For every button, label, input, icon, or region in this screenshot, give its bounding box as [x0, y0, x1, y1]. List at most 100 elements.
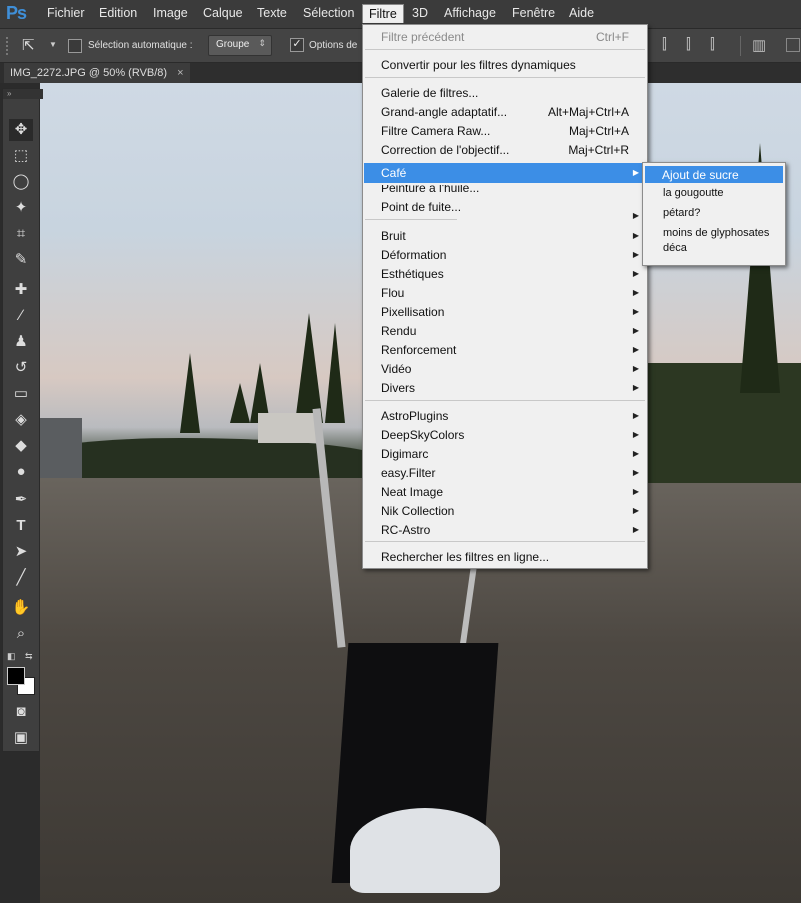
close-icon[interactable]: ×	[177, 67, 183, 79]
marquee-tool-icon[interactable]: ⬚	[9, 145, 33, 167]
menu-separator	[365, 77, 645, 78]
hand-tool-icon[interactable]: ✋	[9, 597, 33, 619]
clone-stamp-icon[interactable]: ♟	[9, 331, 33, 353]
auto-select-value: Groupe	[216, 39, 250, 50]
shortcut-camera-raw: Maj+Ctrl+A	[568, 124, 629, 138]
eraser-icon[interactable]: ▭	[9, 383, 33, 405]
submenu-item-ajout-de-sucre[interactable]: Ajout de sucre	[645, 166, 783, 183]
move-tool-preset-icon[interactable]: ⇱	[22, 36, 35, 54]
menu-selection[interactable]: Sélection	[303, 6, 354, 20]
menu-calque[interactable]: Calque	[203, 6, 243, 20]
brush-tool-icon[interactable]: ∕	[9, 305, 33, 327]
transform-controls-label: Options de	[309, 40, 358, 51]
menu-item-rc-astro[interactable]: RC-Astro	[381, 523, 430, 537]
menu-item-pixelate[interactable]: Pixellisation	[381, 305, 444, 319]
lasso-tool-icon[interactable]: ◯	[9, 171, 33, 193]
align-center-icon[interactable]: ⫿	[686, 36, 691, 53]
menu-edition[interactable]: Edition	[99, 6, 137, 20]
quick-mask-icon[interactable]: ◙	[9, 701, 33, 723]
menu-affichage[interactable]: Affichage	[444, 6, 496, 20]
screen-mode-icon[interactable]: ▣	[9, 727, 33, 749]
history-brush-icon[interactable]: ↺	[9, 357, 33, 379]
menu-item-astroplugins[interactable]: AstroPlugins	[381, 409, 448, 423]
menu-separator	[365, 219, 457, 220]
menu-item-adaptive-wide[interactable]: Grand-angle adaptatif...	[381, 105, 507, 119]
menu-item-other[interactable]: Divers	[381, 381, 415, 395]
panel-collapse-icon[interactable]: »	[3, 89, 43, 99]
menu-item-gallery[interactable]: Galerie de filtres...	[381, 86, 478, 100]
distribute-icon[interactable]: ▥	[752, 36, 766, 54]
type-tool-icon[interactable]: T	[9, 515, 33, 537]
menu-item-sharpen[interactable]: Renforcement	[381, 343, 456, 357]
align-right-icon[interactable]: ⫿	[710, 36, 715, 53]
submenu-item-moins-de-glyphosates[interactable]: moins de glyphosates	[663, 227, 769, 239]
swap-colors-icon[interactable]: ⇆	[25, 651, 33, 662]
shortcut-lens-correction: Maj+Ctrl+R	[568, 143, 629, 157]
menu-separator	[365, 49, 645, 50]
foreground-color-swatch[interactable]	[7, 667, 25, 685]
menu-fenetre[interactable]: Fenêtre	[512, 6, 555, 20]
submenu-arrow-icon: ▶	[632, 307, 639, 316]
eyedropper-icon[interactable]: ✎	[9, 249, 33, 271]
submenu-item-la-gougoutte[interactable]: la gougoutte	[663, 187, 724, 199]
submenu-arrow-icon: ▶	[632, 430, 639, 439]
zoom-tool-icon[interactable]: ⌕	[9, 623, 33, 645]
move-tool-icon[interactable]: ✥	[9, 119, 33, 141]
menu-item-digimarc[interactable]: Digimarc	[381, 447, 428, 461]
building	[40, 418, 82, 478]
path-selection-icon[interactable]: ➤	[9, 541, 33, 563]
default-colors-icon[interactable]: ◧	[7, 651, 16, 662]
menu-item-neat-image[interactable]: Neat Image	[381, 485, 443, 499]
menu-item-render[interactable]: Rendu	[381, 324, 416, 338]
pen-tool-icon[interactable]: ✒	[9, 489, 33, 511]
submenu-item-petard[interactable]: pétard?	[663, 207, 700, 219]
submenu-item-label: Ajout de sucre	[662, 168, 739, 182]
menu-item-blur[interactable]: Flou	[381, 286, 404, 300]
blur-tool-icon[interactable]: ◆	[9, 435, 33, 457]
menu-item-distort[interactable]: Déformation	[381, 248, 446, 262]
cafe-submenu: Ajout de sucre la gougoutte pétard? moin…	[642, 162, 786, 266]
menu-item-stylize[interactable]: Esthétiques	[381, 267, 444, 281]
menu-item-vanishing-point[interactable]: Point de fuite...	[381, 200, 461, 214]
menu-texte[interactable]: Texte	[257, 6, 287, 20]
menu-fichier[interactable]: Fichier	[47, 6, 85, 20]
submenu-item-deca[interactable]: déca	[663, 242, 687, 254]
menu-item-browse-online[interactable]: Rechercher les filtres en ligne...	[381, 550, 549, 564]
menu-item-last-filter[interactable]: Filtre précédent	[381, 30, 464, 44]
document-tab-label: IMG_2272.JPG @ 50% (RVB/8)	[10, 67, 168, 79]
transform-controls-checkbox[interactable]: ✓	[290, 38, 304, 52]
dodge-tool-icon[interactable]: ●	[9, 461, 33, 483]
auto-select-checkbox[interactable]	[68, 39, 82, 53]
document-tab[interactable]: IMG_2272.JPG @ 50% (RVB/8) ×	[4, 63, 190, 83]
menu-item-noise[interactable]: Bruit	[381, 229, 406, 243]
menu-item-camera-raw[interactable]: Filtre Camera Raw...	[381, 124, 490, 138]
auto-select-dropdown[interactable]: Groupe ⇕	[208, 35, 272, 56]
line-tool-icon[interactable]: ╱	[9, 567, 33, 589]
paint-bucket-icon[interactable]: ◈	[9, 409, 33, 431]
chevron-down-icon[interactable]: ▼	[49, 40, 57, 49]
menu-item-video[interactable]: Vidéo	[381, 362, 411, 376]
menu-item-lens-correction[interactable]: Correction de l'objectif...	[381, 143, 509, 157]
submenu-arrow-icon: ▶	[632, 345, 639, 354]
menu-image[interactable]: Image	[153, 6, 188, 20]
menu-item-cafe[interactable]: Café ▶	[364, 163, 646, 183]
menu-3d[interactable]: 3D	[412, 6, 428, 20]
align-left-icon[interactable]: ⫿	[662, 36, 667, 53]
submenu-arrow-icon: ▶	[632, 506, 639, 515]
menu-item-easy-filter[interactable]: easy.Filter	[381, 466, 435, 480]
submenu-arrow-icon: ▶	[632, 411, 639, 420]
distribute-more-icon[interactable]	[786, 38, 800, 52]
menu-item-nik-collection[interactable]: Nik Collection	[381, 504, 454, 518]
magic-wand-icon[interactable]: ✦	[9, 197, 33, 219]
menu-item-convert-smart[interactable]: Convertir pour les filtres dynamiques	[381, 58, 576, 72]
menu-aide[interactable]: Aide	[569, 6, 594, 20]
submenu-arrow-icon: ▶	[632, 525, 639, 534]
shortcut-adaptive-wide: Alt+Maj+Ctrl+A	[547, 105, 629, 119]
healing-brush-icon[interactable]: ✚	[9, 279, 33, 301]
grip-icon	[6, 37, 10, 55]
submenu-arrow-icon: ▶	[632, 383, 639, 392]
menu-filtre[interactable]: Filtre	[362, 4, 404, 23]
menu-item-deepskycolors[interactable]: DeepSkyColors	[381, 428, 464, 442]
crop-tool-icon[interactable]: ⌗	[9, 223, 33, 245]
menu-item-oil-paint[interactable]: Peinture à l'huile...	[381, 185, 479, 195]
